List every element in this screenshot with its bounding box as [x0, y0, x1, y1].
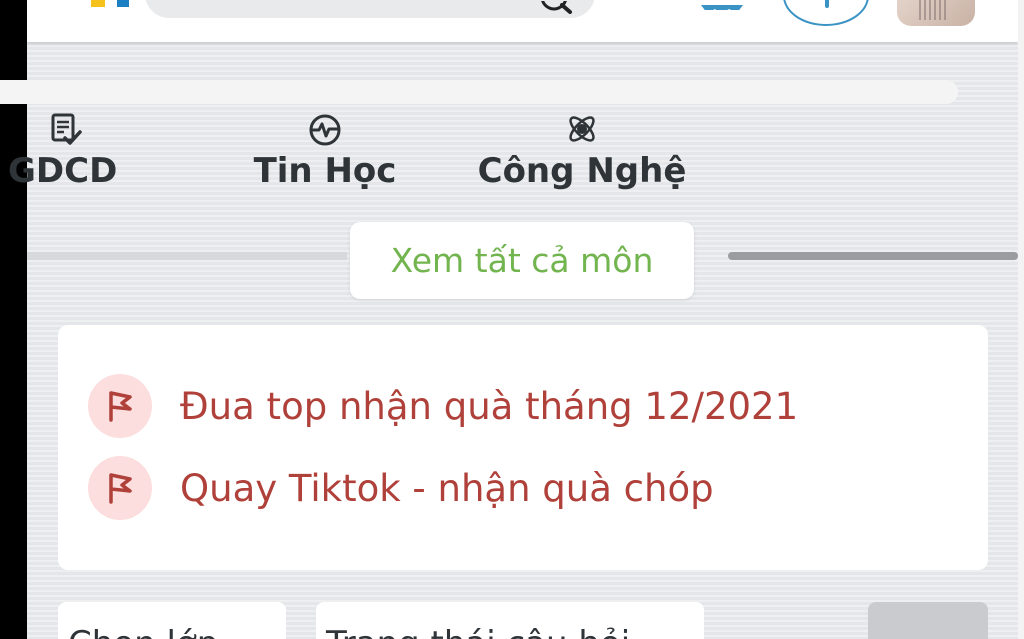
- heartbeat-icon: [308, 112, 342, 146]
- section-divider-right: [728, 252, 1018, 260]
- section-divider-left: [27, 252, 347, 260]
- gear-icon[interactable]: [699, 0, 745, 10]
- subject-label: Công Nghệ: [477, 151, 687, 191]
- avatar[interactable]: [897, 0, 975, 26]
- filter-submit-button[interactable]: [868, 602, 988, 639]
- class-select[interactable]: Chọn lớp: [58, 602, 286, 639]
- site-logo[interactable]: [61, 0, 135, 8]
- right-edge-strip: [1018, 0, 1024, 639]
- subject-label: GDCD: [8, 151, 118, 191]
- class-select-label: Chọn lớp: [68, 624, 218, 639]
- search-input[interactable]: [145, 0, 595, 18]
- see-all-subjects-button[interactable]: Xem tất cả môn: [350, 222, 694, 299]
- promo-item-tiktok[interactable]: Quay Tiktok - nhận quà chóp: [88, 456, 714, 520]
- logo-blue-part: [117, 0, 129, 7]
- status-select-label: Trạng thái câu hỏi: [326, 624, 630, 639]
- promo-item-top-gifts[interactable]: Đua top nhận quà tháng 12/2021: [88, 374, 798, 438]
- subject-item-gdcd[interactable]: GDCD: [0, 112, 150, 196]
- subjects-scroll-track[interactable]: [0, 80, 958, 104]
- help-button[interactable]: [783, 0, 869, 26]
- promo-label: Quay Tiktok - nhận quà chóp: [180, 466, 714, 510]
- subject-item-cong-nghe[interactable]: Công Nghệ: [468, 112, 696, 196]
- search-icon[interactable]: [540, 0, 580, 14]
- promotions-card: Đua top nhận quà tháng 12/2021 Quay Tikt…: [58, 325, 988, 570]
- flag-icon: [88, 456, 152, 520]
- question-status-select[interactable]: Trạng thái câu hỏi: [316, 602, 704, 639]
- top-navigation-bar: [27, 0, 1018, 42]
- logo-yellow-part: [91, 0, 105, 7]
- subject-item-tin-hoc[interactable]: Tin Học: [245, 112, 405, 196]
- promo-label: Đua top nhận quà tháng 12/2021: [180, 384, 799, 428]
- document-check-icon: [48, 112, 82, 146]
- flag-icon: [88, 374, 152, 438]
- atom-icon: [565, 112, 599, 146]
- subject-label: Tin Học: [253, 151, 397, 191]
